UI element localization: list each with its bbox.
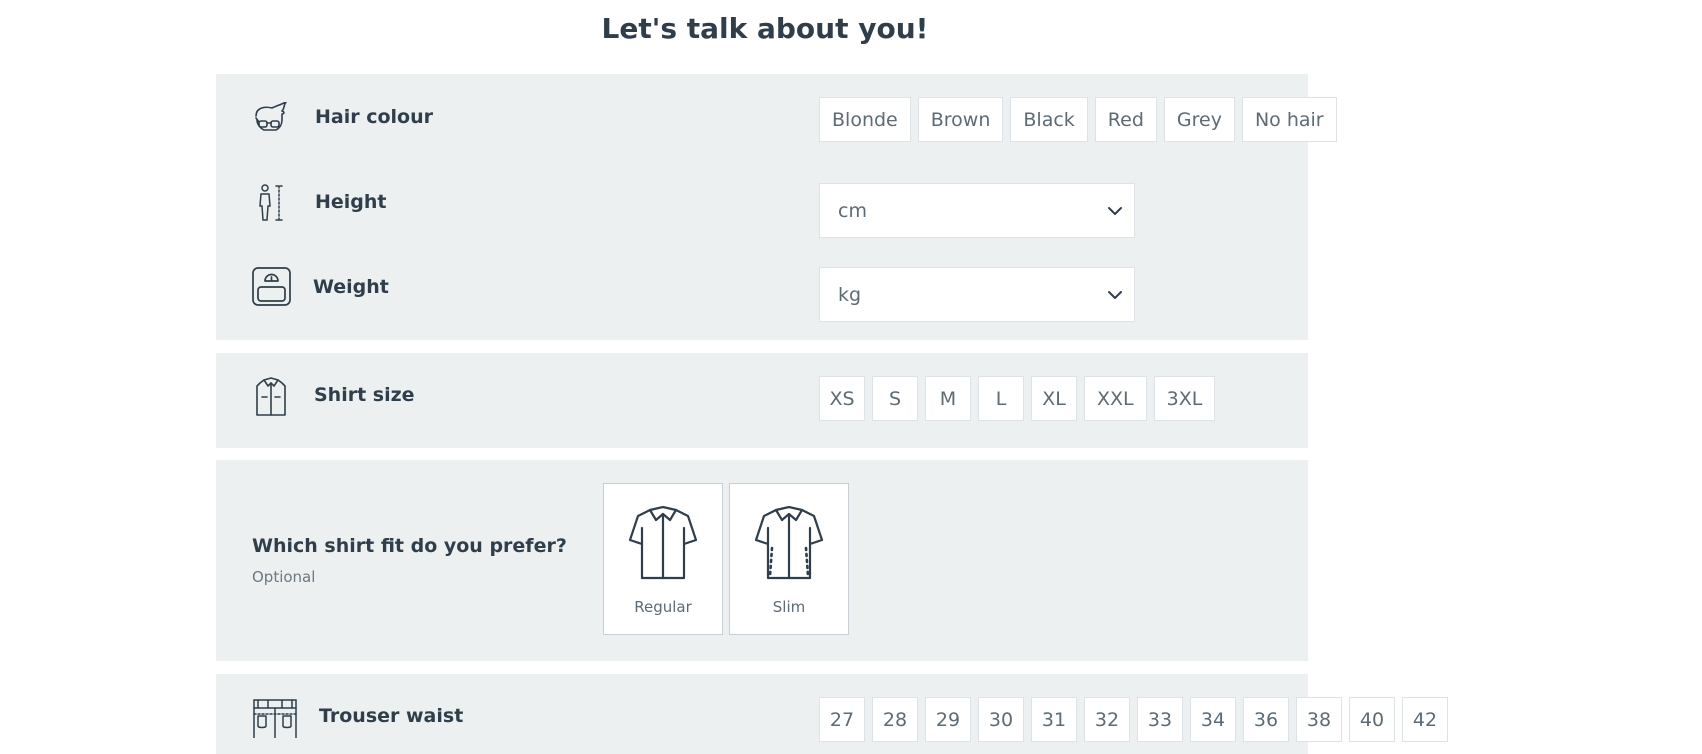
shirt-fit-slim-label: Slim bbox=[772, 598, 806, 616]
person-height-icon bbox=[258, 184, 284, 222]
waist-30[interactable]: 30 bbox=[978, 697, 1024, 742]
shirt-size-s[interactable]: S bbox=[872, 376, 918, 421]
slim-shirt-icon bbox=[754, 506, 824, 580]
shirt-fit-regular-card[interactable]: Regular bbox=[603, 483, 723, 635]
shirt-fit-slim-card[interactable]: Slim bbox=[729, 483, 849, 635]
weight-select[interactable]: kg bbox=[819, 267, 1135, 322]
shirt-icon bbox=[255, 377, 287, 417]
regular-shirt-icon bbox=[628, 506, 698, 580]
trouser-waist-label: Trouser waist bbox=[319, 705, 464, 727]
hair-option-no-hair[interactable]: No hair bbox=[1241, 97, 1337, 142]
hair-colour-label: Hair colour bbox=[315, 106, 433, 128]
shirt-size-l[interactable]: L bbox=[978, 376, 1024, 421]
hair-option-blonde[interactable]: Blonde bbox=[819, 97, 911, 142]
waist-42[interactable]: 42 bbox=[1402, 697, 1448, 742]
hair-colour-options: Blonde Brown Black Red Grey No hair bbox=[819, 97, 1337, 142]
weight-label: Weight bbox=[313, 276, 389, 298]
hair-glasses-icon bbox=[252, 102, 288, 134]
hair-option-brown[interactable]: Brown bbox=[917, 97, 1004, 142]
personal-details-section: Hair colour Blonde Brown Black Red Grey … bbox=[216, 74, 1337, 340]
height-select-value: cm bbox=[838, 199, 867, 222]
shirt-size-3xl[interactable]: 3XL bbox=[1153, 376, 1216, 421]
trouser-waist-section: Trouser waist 27 28 29 30 31 32 33 34 36… bbox=[216, 674, 1448, 754]
hair-option-red[interactable]: Red bbox=[1094, 97, 1157, 142]
shirt-size-options: XS S M L XL XXL 3XL bbox=[819, 376, 1216, 421]
trouser-waist-options: 27 28 29 30 31 32 33 34 36 38 40 42 bbox=[819, 697, 1448, 742]
hair-option-grey[interactable]: Grey bbox=[1163, 97, 1235, 142]
chevron-down-icon bbox=[1108, 207, 1122, 215]
waist-36[interactable]: 36 bbox=[1243, 697, 1289, 742]
height-select[interactable]: cm bbox=[819, 183, 1135, 238]
waist-40[interactable]: 40 bbox=[1349, 697, 1395, 742]
waist-38[interactable]: 38 bbox=[1296, 697, 1342, 742]
waist-34[interactable]: 34 bbox=[1190, 697, 1236, 742]
shirt-fit-optional-label: Optional bbox=[252, 568, 316, 586]
waist-27[interactable]: 27 bbox=[819, 697, 865, 742]
trousers-icon bbox=[252, 698, 298, 738]
shirt-fit-question: Which shirt fit do you prefer? bbox=[252, 535, 567, 557]
shirt-size-label: Shirt size bbox=[314, 384, 415, 406]
page-title: Let's talk about you! bbox=[601, 12, 929, 45]
weight-select-value: kg bbox=[838, 283, 862, 306]
shirt-size-m[interactable]: M bbox=[925, 376, 971, 421]
waist-33[interactable]: 33 bbox=[1137, 697, 1183, 742]
waist-32[interactable]: 32 bbox=[1084, 697, 1130, 742]
shirt-size-xxl[interactable]: XXL bbox=[1084, 376, 1147, 421]
waist-28[interactable]: 28 bbox=[872, 697, 918, 742]
shirt-size-xl[interactable]: XL bbox=[1031, 376, 1077, 421]
shirt-size-xs[interactable]: XS bbox=[819, 376, 865, 421]
scale-icon bbox=[252, 267, 292, 307]
chevron-down-icon bbox=[1108, 291, 1122, 299]
waist-29[interactable]: 29 bbox=[925, 697, 971, 742]
height-label: Height bbox=[315, 191, 387, 213]
shirt-size-section: Shirt size XS S M L XL XXL 3XL bbox=[216, 353, 1308, 448]
shirt-fit-regular-label: Regular bbox=[634, 598, 692, 616]
waist-31[interactable]: 31 bbox=[1031, 697, 1077, 742]
hair-option-black[interactable]: Black bbox=[1010, 97, 1088, 142]
